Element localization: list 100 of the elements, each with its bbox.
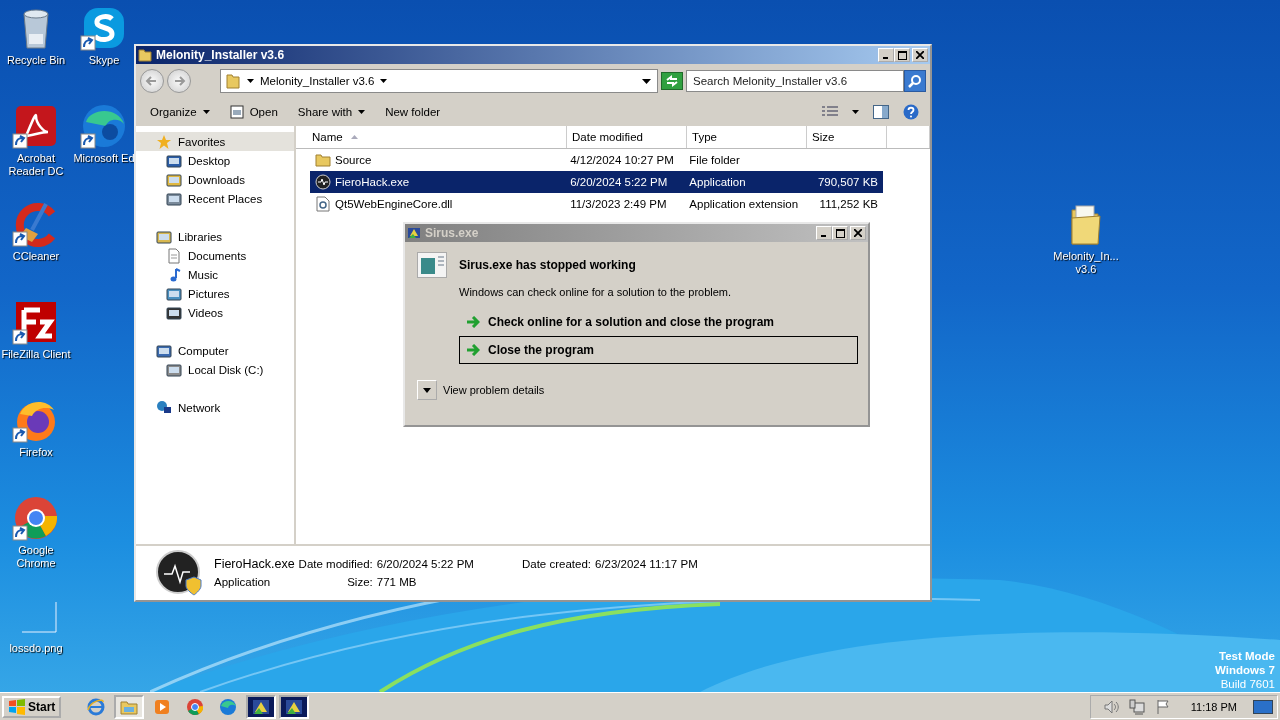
maximize-button[interactable] xyxy=(894,48,910,62)
window-title: Sirus.exe xyxy=(425,226,480,240)
search-icon xyxy=(908,74,922,88)
document-icon xyxy=(166,247,182,264)
field-value: 6/20/2024 5:22 PM xyxy=(376,558,474,570)
expand-button[interactable] xyxy=(417,380,437,400)
maximize-button[interactable] xyxy=(832,226,848,240)
nav-item[interactable]: Favorites xyxy=(136,132,294,151)
table-cell-text: 6/20/2024 5:22 PM xyxy=(569,176,669,188)
desktop-icon-label[interactable]: Firefox xyxy=(19,446,53,459)
file-name: Qt5WebEngineCore.dll xyxy=(335,198,453,210)
close-button[interactable] xyxy=(850,226,866,240)
refresh-icon xyxy=(665,75,679,87)
preview-pane-icon xyxy=(873,105,889,119)
media-player-icon xyxy=(153,697,172,716)
caret-icon xyxy=(423,387,431,393)
os-notice-text: Windows 7 xyxy=(1215,663,1275,677)
nav-item[interactable]: Network xyxy=(136,398,294,417)
toolbar-button[interactable]: New folder xyxy=(377,103,449,121)
toolbar-button[interactable]: Organize xyxy=(142,103,218,121)
arrow-icon xyxy=(466,316,480,328)
table-cell-text: Application extension xyxy=(688,198,800,210)
speaker-icon[interactable] xyxy=(1102,698,1119,715)
option-button[interactable]: Check online for a solution and close the program xyxy=(459,308,858,336)
desktop-icon-label[interactable]: CCleaner xyxy=(12,250,60,263)
toolbar-button[interactable]: Open xyxy=(221,102,286,122)
window-title: Melonity_Installer v3.6 xyxy=(156,48,286,62)
address-bar[interactable]: Melonity_Installer v3.6 xyxy=(220,69,658,93)
desktop-icon-label[interactable]: Melonity_In... v3.6 xyxy=(1044,250,1128,276)
flag-icon[interactable] xyxy=(1154,698,1171,715)
app-icon xyxy=(315,174,331,190)
show-desktop-icon[interactable] xyxy=(1253,698,1273,715)
nav-item[interactable]: Documents xyxy=(136,246,294,265)
field-label: Date modified: xyxy=(298,558,373,570)
nav-item[interactable]: Pictures xyxy=(136,284,294,303)
caret-icon xyxy=(358,110,366,114)
file-name: FieroHack.exe xyxy=(335,176,410,188)
dropdown-icon[interactable] xyxy=(642,78,651,84)
folder-icon xyxy=(138,48,152,62)
desktop-icon-label[interactable]: Acrobat Reader DC xyxy=(0,152,72,178)
list-view-icon xyxy=(822,106,838,118)
table-cell-text: Application xyxy=(688,176,747,188)
toolbar-button[interactable]: Share with xyxy=(289,103,374,121)
search-field[interactable]: Search Melonity_Installer v3.6 xyxy=(686,70,904,92)
film-icon xyxy=(166,304,182,321)
table-cell-text: 111,252 KB xyxy=(818,198,879,210)
nav-item[interactable]: Music xyxy=(136,265,294,284)
nav-item[interactable]: Libraries xyxy=(136,227,294,246)
desktop-icon-label[interactable]: FileZilla Client xyxy=(1,348,71,361)
close-button[interactable] xyxy=(912,48,928,62)
windows-logo-icon xyxy=(8,698,26,715)
desktop-icon-label[interactable]: Recycle Bin xyxy=(6,54,66,67)
help-icon xyxy=(903,104,919,120)
dialog-message: Windows can check online for a solution to the problem. xyxy=(459,286,733,298)
file-name: Source xyxy=(335,154,372,166)
desktop-icon-label[interactable]: Skype xyxy=(88,54,120,67)
taskbar-button[interactable] xyxy=(246,694,277,719)
search-button[interactable] xyxy=(904,70,926,92)
file-row[interactable]: Source 4/12/2024 10:27 PM File folder xyxy=(310,149,883,171)
library-icon xyxy=(156,228,172,245)
arrow-icon xyxy=(466,344,480,356)
network-icon[interactable] xyxy=(1128,698,1145,715)
nav-item[interactable]: Downloads xyxy=(136,170,294,189)
field-value: 6/23/2024 11:17 PM xyxy=(595,558,698,570)
browser-icon xyxy=(186,697,205,716)
settings-file-icon xyxy=(315,196,331,212)
taskbar-button[interactable] xyxy=(279,694,310,719)
details-label[interactable]: View problem details xyxy=(443,384,545,396)
nav-item[interactable]: Recent Places xyxy=(136,189,294,208)
table-cell-text: 11/3/2023 2:49 PM xyxy=(569,198,668,210)
minimize-button[interactable] xyxy=(816,226,832,240)
network-icon xyxy=(156,399,172,416)
table-cell-text: File folder xyxy=(688,154,741,166)
nav-item[interactable]: Videos xyxy=(136,303,294,322)
start-button[interactable]: Start xyxy=(2,695,62,718)
app-icon xyxy=(407,226,421,240)
minimize-button[interactable] xyxy=(878,48,894,62)
os-notice-text: Build 7601 xyxy=(1220,677,1275,691)
file-row[interactable]: FieroHack.exe 6/20/2024 5:22 PM Application 790,507 KB xyxy=(310,171,883,193)
nav-item[interactable]: Desktop xyxy=(136,151,294,170)
dialog-heading: Sirus.exe has stopped working xyxy=(459,258,636,272)
option-button[interactable]: Close the program xyxy=(459,336,858,364)
back-arrow-icon xyxy=(145,74,159,88)
disk-drive-icon xyxy=(166,361,182,378)
app-window-icon xyxy=(285,697,304,716)
nav-item[interactable]: Local Disk (C:) xyxy=(136,360,294,379)
maximize-icon xyxy=(897,50,907,60)
recent-places-icon xyxy=(166,190,182,207)
field-label: Size: xyxy=(346,576,373,588)
desktop-icon-label[interactable]: Microsoft Ed xyxy=(73,152,135,165)
close-icon xyxy=(854,229,862,237)
maximize-icon xyxy=(835,228,845,238)
refresh-button[interactable] xyxy=(661,72,683,90)
desktop-icon xyxy=(166,152,182,169)
star-icon xyxy=(156,133,172,150)
file-type: Application xyxy=(214,576,272,588)
address-text[interactable]: Melonity_Installer v3.6 xyxy=(260,75,375,87)
clock: 11:18 PM xyxy=(1190,700,1237,713)
file-row[interactable]: Qt5WebEngineCore.dll 11/3/2023 2:49 PM Application extension 111,252 KB xyxy=(310,193,883,215)
nav-item[interactable]: Computer xyxy=(136,341,294,360)
